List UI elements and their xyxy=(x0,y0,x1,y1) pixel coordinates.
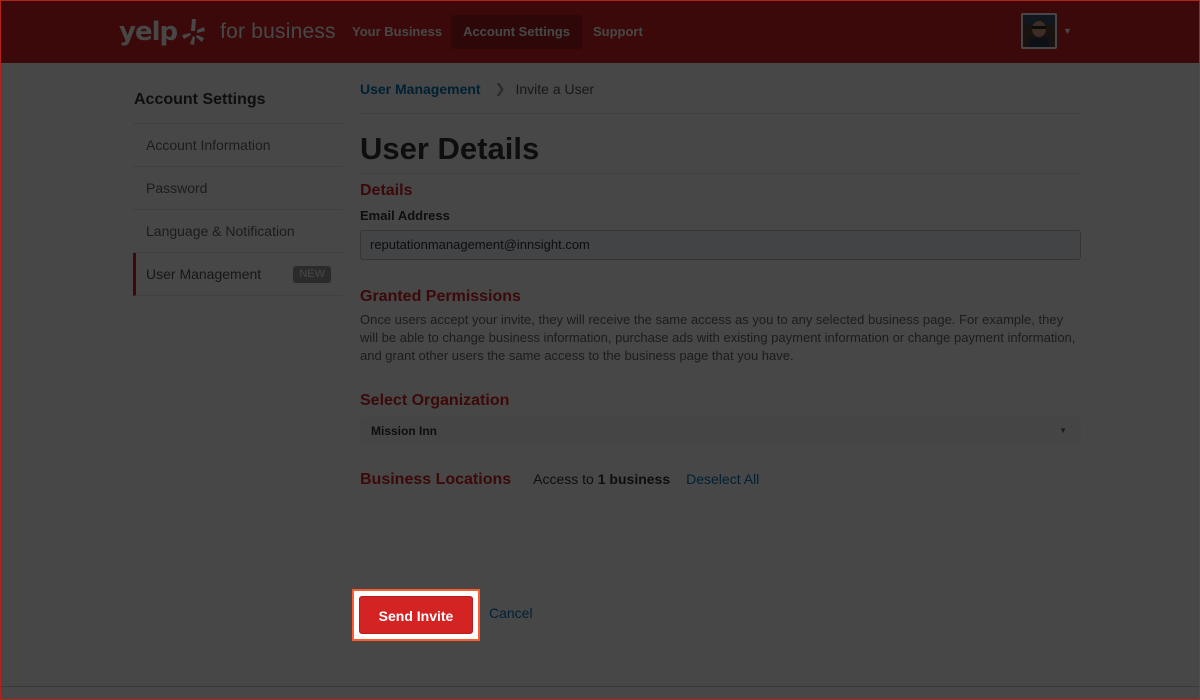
logo-wordmark: yelp xyxy=(119,17,178,47)
yelp-burst-icon xyxy=(182,19,206,45)
top-navigation-bar: yelp for business Your Business Account … xyxy=(1,1,1199,63)
new-badge: NEW xyxy=(293,266,331,283)
breadcrumb: User Management ❯ Invite a User xyxy=(360,79,594,99)
sidebar-menu: Account Information Password Language & … xyxy=(133,123,343,296)
main-nav: Your Business Account Settings Support xyxy=(345,15,652,49)
avatar-photo xyxy=(1023,15,1055,47)
chevron-right-icon: ❯ xyxy=(494,81,506,96)
deselect-all-link[interactable]: Deselect All xyxy=(686,471,759,487)
sidebar-item-label: Password xyxy=(146,180,208,196)
business-locations-heading: Business Locations xyxy=(360,471,512,488)
business-locations-row: Business Locations Access to 1 business … xyxy=(360,471,759,493)
page-frame: yelp for business Your Business Account … xyxy=(0,0,1200,700)
footer-divider xyxy=(1,686,1199,687)
email-field[interactable]: reputationmanagement@innsight.com xyxy=(360,230,1081,260)
permissions-description: Once users accept your invite, they will… xyxy=(360,312,1076,363)
sidebar-title: Account Settings xyxy=(134,91,266,108)
sidebar-item-account-information[interactable]: Account Information xyxy=(133,124,343,167)
organization-selected-value: Mission Inn xyxy=(371,424,437,438)
divider xyxy=(360,173,1080,174)
select-organization-heading: Select Organization xyxy=(360,392,510,409)
nav-support[interactable]: Support xyxy=(586,15,650,49)
access-summary: Access to 1 business xyxy=(533,471,670,487)
details-heading: Details xyxy=(360,182,413,199)
page-title: User Details xyxy=(360,131,540,166)
breadcrumb-user-management-link[interactable]: User Management xyxy=(360,81,481,97)
send-invite-button[interactable]: Send Invite xyxy=(359,596,473,634)
sidebar-item-label: User Management xyxy=(146,266,262,282)
divider xyxy=(360,113,1080,114)
sidebar-item-language-notification[interactable]: Language & Notification xyxy=(133,210,343,253)
sidebar-item-label: Account Information xyxy=(146,137,271,153)
access-count: 1 business xyxy=(597,471,671,487)
cancel-link[interactable]: Cancel xyxy=(489,605,533,621)
yelp-for-business-logo[interactable]: yelp for business xyxy=(119,15,336,49)
avatar[interactable] xyxy=(1021,13,1057,49)
sidebar-item-label: Language & Notification xyxy=(146,223,295,239)
breadcrumb-current: Invite a User xyxy=(515,81,595,97)
nav-account-settings[interactable]: Account Settings xyxy=(451,15,582,49)
email-label: Email Address xyxy=(360,208,450,223)
user-menu[interactable]: ▼ xyxy=(1021,13,1072,49)
access-prefix: Access to xyxy=(533,471,594,487)
nav-your-business[interactable]: Your Business xyxy=(345,15,449,49)
caret-down-icon: ▼ xyxy=(1059,426,1067,435)
organization-select[interactable]: Mission Inn ▼ xyxy=(360,417,1081,445)
caret-down-icon[interactable]: ▼ xyxy=(1063,26,1072,36)
granted-permissions-heading: Granted Permissions xyxy=(360,288,521,305)
sidebar-item-user-management[interactable]: User Management NEW xyxy=(133,253,343,296)
logo-suffix: for business xyxy=(220,20,336,43)
sidebar-item-password[interactable]: Password xyxy=(133,167,343,210)
